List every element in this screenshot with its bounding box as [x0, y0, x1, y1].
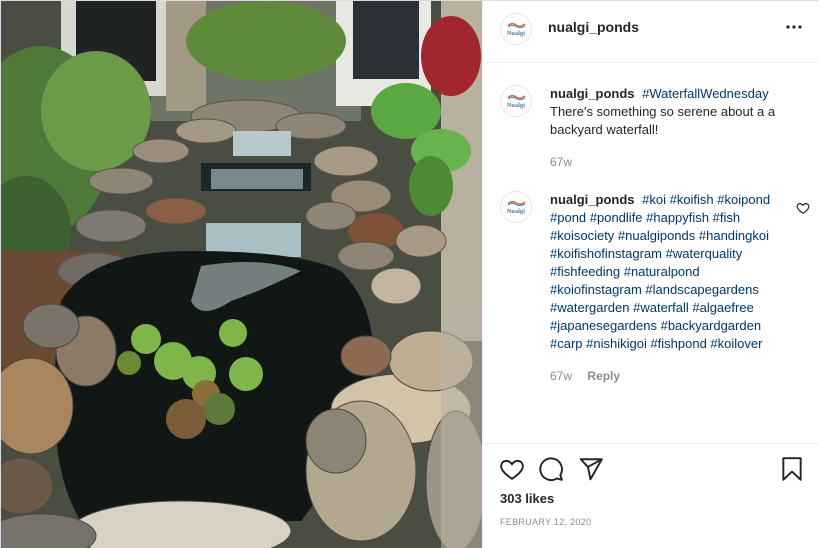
comment-body: nualgi_ponds #koi #koifish #koipond #pon…	[550, 191, 790, 385]
caption-username[interactable]: nualgi_ponds	[550, 86, 635, 101]
more-options-icon	[786, 25, 802, 29]
comment-meta: 67w Reply	[550, 367, 790, 385]
caption-body: nualgi_ponds #WaterfallWednesday There's…	[550, 85, 790, 171]
avatar-logo-text: Nualgi	[506, 102, 526, 109]
comment-avatar[interactable]: Nualgi	[500, 191, 532, 223]
post-details-panel: Nualgi nualgi_ponds Nualgi nualgi_ponds …	[482, 1, 819, 548]
comments-section[interactable]: Nualgi nualgi_ponds #WaterfallWednesday …	[483, 63, 819, 443]
comment-username[interactable]: nualgi_ponds	[550, 192, 635, 207]
avatar-logo-text: Nualgi	[506, 30, 526, 37]
post-photo[interactable]	[1, 1, 482, 548]
post-actions: 303 likes FEBRUARY 12, 2020	[483, 443, 819, 548]
caption-meta: 67w	[550, 153, 790, 171]
paper-plane-icon[interactable]	[578, 456, 604, 482]
comment-bubble-icon[interactable]	[538, 456, 564, 482]
avatar-logo-text: Nualgi	[506, 208, 526, 215]
heart-icon[interactable]	[499, 456, 525, 482]
instagram-post: Nualgi nualgi_ponds Nualgi nualgi_ponds …	[0, 0, 819, 548]
caption-hashtag[interactable]: #WaterfallWednesday	[642, 86, 768, 101]
post-date[interactable]: FEBRUARY 12, 2020	[500, 517, 591, 527]
pond-waterfall-image	[1, 1, 482, 548]
caption-avatar[interactable]: Nualgi	[500, 85, 532, 117]
caption-text: There's something so serene about a a ba…	[550, 104, 776, 137]
bookmark-icon[interactable]	[779, 456, 805, 482]
nualgi-logo-icon	[508, 94, 525, 100]
profile-avatar[interactable]: Nualgi	[500, 13, 532, 45]
likes-count[interactable]: 303 likes	[500, 491, 554, 506]
heart-outline-icon[interactable]	[796, 201, 810, 215]
comment-hashtags[interactable]: #koi #koifish #koipond #pond #pondlife #…	[550, 192, 770, 351]
comment-time[interactable]: 67w	[550, 369, 572, 383]
more-options-button[interactable]	[783, 16, 805, 38]
caption-time[interactable]: 67w	[550, 155, 572, 169]
nualgi-logo-icon	[508, 200, 525, 206]
nualgi-logo-icon	[508, 22, 525, 28]
header-username[interactable]: nualgi_ponds	[548, 19, 639, 35]
post-header: Nualgi nualgi_ponds	[483, 1, 819, 63]
reply-button[interactable]: Reply	[587, 369, 620, 383]
